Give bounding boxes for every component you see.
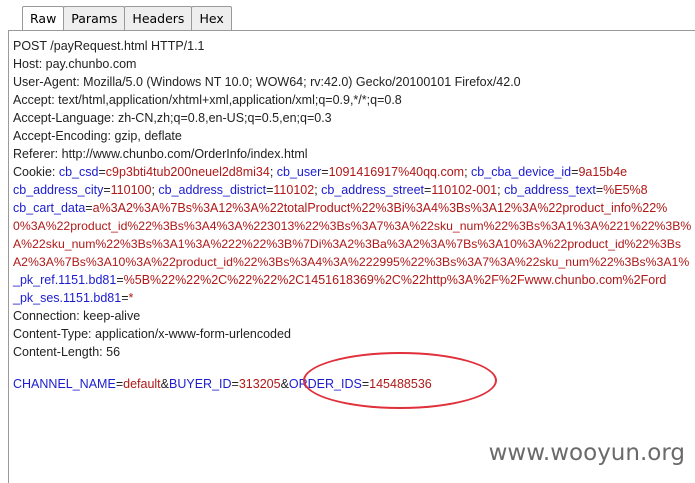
param-value: * [128,291,134,305]
request-line: 0%3A%22product_id%22%3Bs%3A4%3A%223013%2… [13,217,693,235]
param-name: cb_cart_data [13,201,86,215]
param-name: cb_address_text [504,183,596,197]
request-line: Cookie: cb_csd=c9p3bti4tub200neuel2d8mi3… [13,163,693,181]
param-value: 110102-001 [431,183,498,197]
param-value: A%22sku_num%22%3Bs%3A1%3A%222%22%3B%7Di%… [13,237,682,251]
request-line: Host: pay.chunbo.com [13,55,693,73]
param-value: A2%3A%7Bs%3A10%3A%22product_id%22%3Bs%3A… [13,255,690,269]
text: = [121,291,129,305]
request-line: cb_address_city=110100; cb_address_distr… [13,181,693,199]
text: User-Agent: Mozilla/5.0 (Windows NT 10.0… [13,75,521,89]
text: ; [464,165,472,179]
request-line: POST /payRequest.html HTTP/1.1 [13,37,693,55]
param-value: 0%3A%22product_id%22%3Bs%3A4%3A%223013%2… [13,219,692,233]
param-value: a%3A2%3A%7Bs%3A12%3A%22totalProduct%22%3… [92,201,668,215]
text: Host: pay.chunbo.com [13,57,137,71]
request-line: Accept-Language: zh-CN,zh;q=0.8,en-US;q=… [13,109,693,127]
param-value: 110102 [273,183,315,197]
text: = [116,273,124,287]
tab-bar: Raw Params Headers Hex [22,6,232,31]
text: & [160,377,169,391]
param-name: cb_cba_device_id [471,165,572,179]
text: Accept-Encoding: gzip, deflate [13,129,182,143]
param-value: 313205 [238,377,281,391]
param-value: c9p3bti4tub200neuel2d8mi34 [105,165,270,179]
request-line: _pk_ref.1151.bd81=%5B%22%22%2C%22%22%2C1… [13,271,693,289]
text: = [321,165,329,179]
text: Referer: http://www.chunbo.com/OrderInfo… [13,147,308,161]
param-name: _pk_ses.1151.bd81 [13,291,122,305]
request-headers: POST /payRequest.html HTTP/1.1 Host: pay.… [13,37,693,361]
request-line: Accept: text/html,application/xhtml+xml,… [13,91,693,109]
text: ; [269,165,277,179]
request-line: User-Agent: Mozilla/5.0 (Windows NT 10.0… [13,73,693,91]
text: Connection: keep-alive [13,309,141,323]
text: Accept-Language: zh-CN,zh;q=0.8,en-US;q=… [13,111,332,125]
text: Cookie: [13,165,59,179]
text: = [103,183,111,197]
tab-params[interactable]: Params [63,6,126,31]
param-value: default [123,377,161,391]
watermark: www.wooyun.org [488,440,685,466]
request-line: A2%3A%7Bs%3A10%3A%22product_id%22%3Bs%3A… [13,253,693,271]
param-name: _pk_ref.1151.bd81 [13,273,117,287]
param-name: cb_user [276,165,322,179]
param-name: BUYER_ID [169,377,232,391]
param-value: 1091416917%40qq.com [328,165,465,179]
request-line: cb_cart_data=a%3A2%3A%7Bs%3A12%3A%22tota… [13,199,693,217]
request-line: _pk_ses.1151.bd81=* [13,289,693,307]
param-name: cb_address_city [13,183,104,197]
param-name: CHANNEL_NAME [13,377,116,391]
request-line: Accept-Encoding: gzip, deflate [13,127,693,145]
param-value: %5B%22%22%2C%22%22%2C1451618369%2C%22htt… [123,273,667,287]
request-line: Content-Type: application/x-www-form-url… [13,325,693,343]
highlight-ellipse [303,352,497,409]
text: & [280,377,289,391]
text: POST /payRequest.html HTTP/1.1 [13,39,205,53]
text: Content-Length: 56 [13,345,121,359]
text: Content-Type: application/x-www-form-url… [13,327,291,341]
text: = [231,377,239,391]
param-value: 9a15b4e [578,165,628,179]
param-name: cb_address_street [321,183,424,197]
param-name: cb_csd [58,165,99,179]
text: = [85,201,93,215]
text: = [98,165,106,179]
text: Accept: text/html,application/xhtml+xml,… [13,93,402,107]
param-name: cb_address_district [158,183,267,197]
request-line: A%22sku_num%22%3Bs%3A1%3A%222%22%3B%7Di%… [13,235,693,253]
tab-hex[interactable]: Hex [191,6,232,31]
request-line: Referer: http://www.chunbo.com/OrderInfo… [13,145,693,163]
param-value: 110100 [110,183,152,197]
tab-raw[interactable]: Raw [22,6,65,31]
tab-headers[interactable]: Headers [124,6,193,31]
request-line: Connection: keep-alive [13,307,693,325]
param-value: %E5%8 [603,183,648,197]
